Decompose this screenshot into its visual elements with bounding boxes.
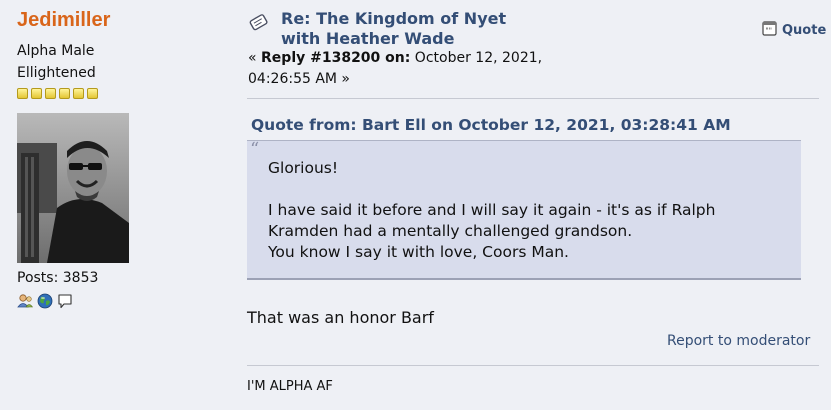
rank-star-icon — [73, 88, 84, 99]
meta-prefix: « — [248, 50, 262, 66]
post-subject-line[interactable]: Re: The Kingdom of Nyet — [281, 9, 551, 29]
poster-info: Jedimiller Alpha Male Ellightened Posts:… — [17, 8, 217, 309]
rank-star-icon — [45, 88, 56, 99]
post-time: 04:26:55 AM » — [248, 71, 350, 87]
rank-star-icon — [31, 88, 42, 99]
quote-line-gap — [268, 179, 715, 200]
user-title: Alpha Male — [17, 43, 95, 59]
svg-text:"": "" — [766, 27, 772, 35]
quote-line: Kramden had a mentally challenged grands… — [268, 222, 633, 240]
rank-star-icon — [17, 88, 28, 99]
profile-icon[interactable] — [17, 293, 34, 313]
rank-star-icon — [87, 88, 98, 99]
quote-icon: "" — [762, 21, 777, 40]
avatar[interactable] — [17, 113, 129, 263]
user-group: Ellightened — [17, 65, 96, 81]
post-meta: « Reply #138200 on: October 12, 2021, 04… — [248, 48, 548, 90]
quote-button-label: Quote — [782, 23, 827, 38]
reply-number[interactable]: Reply #138200 on: — [261, 50, 410, 66]
quote-line: I have said it before and I will say it … — [268, 201, 716, 219]
post-subject-icon — [248, 12, 270, 36]
quote-text: Glorious! I have said it before and I wi… — [268, 158, 715, 263]
quote-block: “ Glorious! I have said it before and I … — [247, 139, 801, 280]
signature-divider — [247, 365, 819, 366]
header-divider — [247, 98, 819, 99]
quote-header[interactable]: Quote from: Bart Ell on October 12, 2021… — [251, 116, 731, 134]
post-count: Posts: 3853 — [17, 270, 99, 286]
quote-mark-icon: “ — [250, 139, 260, 160]
website-icon[interactable] — [37, 293, 53, 313]
personal-message-icon[interactable] — [57, 293, 73, 313]
report-to-moderator-link[interactable]: Report to moderator — [667, 333, 810, 349]
quote-line: You know I say it with love, Coors Man. — [268, 243, 569, 261]
rank-stars — [17, 88, 217, 99]
post-subject[interactable]: Re: The Kingdom of Nyet with Heather Wad… — [281, 9, 551, 49]
post-date: October 12, 2021, — [410, 50, 543, 66]
post-subject-line[interactable]: with Heather Wade — [281, 29, 551, 49]
quote-button[interactable]: "" Quote — [762, 21, 826, 40]
profile-icons — [17, 293, 73, 313]
rank-star-icon — [59, 88, 70, 99]
signature: I'M ALPHA AF — [247, 379, 333, 394]
username[interactable]: Jedimiller — [17, 8, 217, 32]
post-body: That was an honor Barf — [247, 308, 434, 327]
quote-line: Glorious! — [268, 159, 339, 177]
